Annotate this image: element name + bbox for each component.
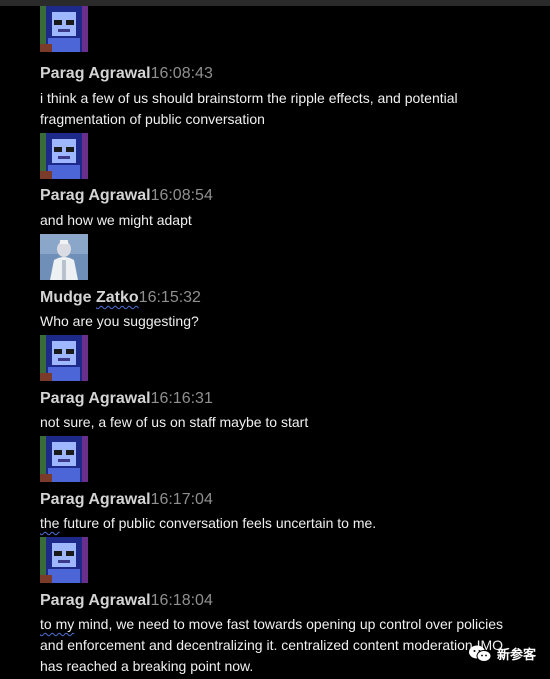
message-text: not sure, a few of us on staff maybe to … <box>40 414 309 430</box>
timestamp: 16:18:04 <box>150 592 213 609</box>
message-text: i think a few of us should brainstorm th… <box>40 90 458 127</box>
user-avatar-pixel[interactable] <box>40 335 88 381</box>
timestamp: 16:17:04 <box>150 491 213 508</box>
author-name[interactable]: Mudge Zatko <box>40 289 139 306</box>
message-header: Parag Agrawal16:18:04 <box>40 591 213 611</box>
user-avatar-pixel[interactable] <box>40 537 88 583</box>
message-text-first: the <box>40 515 60 531</box>
user-avatar-pixel[interactable] <box>40 6 88 52</box>
author-name[interactable]: Parag Agrawal <box>40 65 151 82</box>
watermark-label: 新参客 <box>496 647 536 662</box>
author-last-name: Zatko <box>96 289 139 306</box>
message-text: to my mind, we need to move fast towards… <box>40 614 520 677</box>
message-text: the future of public conversation feels … <box>40 513 520 534</box>
user-avatar-photo[interactable] <box>40 234 88 280</box>
pixel-avatar-icon <box>40 133 88 179</box>
timestamp: 16:16:31 <box>150 390 213 407</box>
pixel-avatar-icon <box>40 436 88 482</box>
watermark: 新参客 <box>468 644 536 663</box>
pixel-avatar-icon <box>40 537 88 583</box>
author-name[interactable]: Parag Agrawal <box>40 187 151 204</box>
timestamp: 16:08:54 <box>150 187 213 204</box>
message-header: Parag Agrawal16:08:43 <box>40 64 213 84</box>
message-text-first: to my <box>40 616 75 632</box>
message-text-rest: mind, we need to move fast towards openi… <box>40 616 504 674</box>
author-name[interactable]: Parag Agrawal <box>40 390 151 407</box>
author-name[interactable]: Parag Agrawal <box>40 491 151 508</box>
message-text: Who are you suggesting? <box>40 313 199 329</box>
message-header: Mudge Zatko16:15:32 <box>40 288 201 308</box>
wechat-icon <box>468 645 492 663</box>
pixel-avatar-icon <box>40 335 88 381</box>
message-header: Parag Agrawal16:16:31 <box>40 389 213 409</box>
photo-avatar-icon <box>40 234 88 280</box>
timestamp: 16:08:43 <box>150 65 213 82</box>
timestamp: 16:15:32 <box>138 289 201 306</box>
author-first-name: Mudge <box>40 289 96 306</box>
message-header: Parag Agrawal16:17:04 <box>40 490 213 510</box>
pixel-avatar-icon <box>40 6 88 52</box>
chat-transcript: Parag Agrawal16:08:43 i think a few of u… <box>0 0 550 679</box>
author-name[interactable]: Parag Agrawal <box>40 592 151 609</box>
message-text-rest: future of public conversation feels unce… <box>59 515 377 531</box>
user-avatar-pixel[interactable] <box>40 436 88 482</box>
user-avatar-pixel[interactable] <box>40 133 88 179</box>
message-text: and how we might adapt <box>40 212 192 228</box>
message-header: Parag Agrawal16:08:54 <box>40 186 213 206</box>
